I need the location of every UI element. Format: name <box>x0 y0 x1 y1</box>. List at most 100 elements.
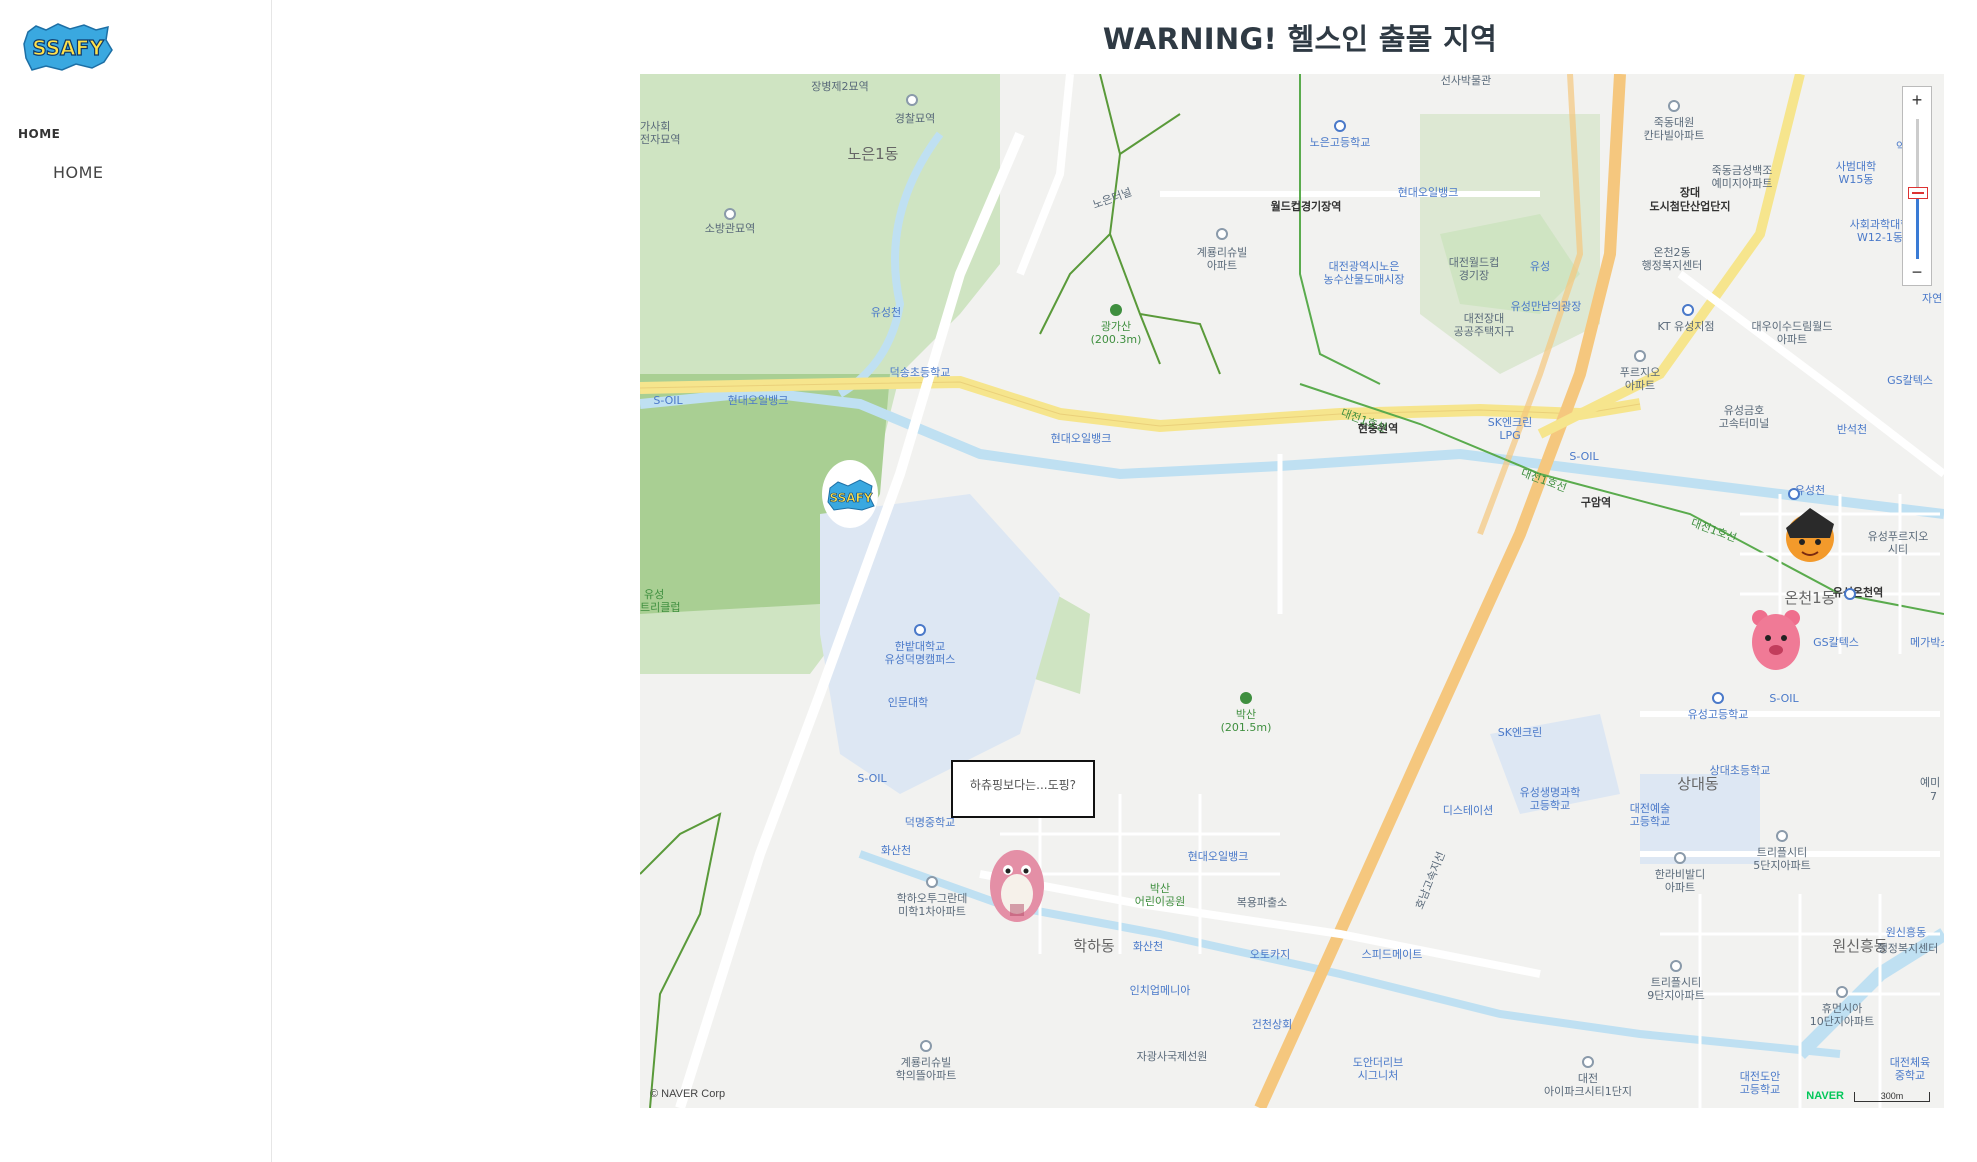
map-label: 대전체육 <box>1889 1056 1931 1069</box>
map-label: 한밭대학교 <box>894 640 946 653</box>
logo-text: SSAFY <box>32 36 104 60</box>
map-label: 유성만남의광장 <box>1510 300 1582 313</box>
poi-dot[interactable] <box>1582 1056 1594 1068</box>
pink-creature-marker[interactable] <box>988 846 1046 924</box>
map-label: 상대동 <box>1677 775 1719 793</box>
map-label: 트리플시티 <box>1756 846 1808 859</box>
map-label: 행정복지센터 <box>1641 259 1703 272</box>
map-label: 아파트 <box>1776 333 1808 346</box>
map-label: 예미지아파트 <box>1711 177 1773 190</box>
ssafy-logo[interactable]: SSAFY <box>22 22 114 74</box>
map-label: 대전장대 <box>1463 312 1505 325</box>
page-title: WARNING! 헬스인 출몰 지역 <box>1102 22 1498 56</box>
map-label: 경찰묘역 <box>894 112 936 125</box>
map-label: 덕송초등학교 <box>889 366 951 379</box>
map-label: 5단지아파트 <box>1753 859 1811 872</box>
map-label: 어린이공원 <box>1134 895 1186 908</box>
map-label: 디스테이션 <box>1442 804 1494 817</box>
map-label: 유성천 <box>870 306 902 319</box>
map-label: 죽동금성백조 <box>1711 164 1773 177</box>
map-label: 학하오투그란데 <box>896 892 968 905</box>
map-label: 박산 <box>1235 708 1257 721</box>
poi-dot[interactable] <box>1844 588 1856 600</box>
map-label: 현대오일뱅크 <box>1050 432 1112 445</box>
map-label: 노은고등학교 <box>1309 136 1371 149</box>
map-label: 유성금호 <box>1723 404 1765 417</box>
poi-dot[interactable] <box>1682 304 1694 316</box>
map-label: 고속터미널 <box>1718 417 1770 430</box>
marker-tooltip: 하츄핑보다는...도핑? <box>951 760 1095 818</box>
map-label: 현대오일뱅크 <box>1397 186 1459 199</box>
map-label: W15동 <box>1838 173 1874 186</box>
map-label: 유성 <box>1529 260 1551 273</box>
map-label: GS칼텍스 <box>1887 374 1933 387</box>
map-label: 아파트 <box>1206 259 1238 272</box>
map-label: 학하동 <box>1073 937 1115 955</box>
poi-dot[interactable] <box>1836 986 1848 998</box>
map-label: S-OIL <box>1769 692 1799 705</box>
zoom-slider-handle[interactable] <box>1908 187 1928 199</box>
poi-dot[interactable] <box>914 624 926 636</box>
map-label: 고등학교 <box>1629 815 1671 828</box>
map-label: 죽동대원 <box>1653 116 1695 129</box>
poi-dot[interactable] <box>1712 692 1724 704</box>
poi-dot[interactable] <box>1776 830 1788 842</box>
poi-dot[interactable] <box>920 1040 932 1052</box>
poi-dot[interactable] <box>1334 120 1346 132</box>
map-label: SK엔크린 <box>1487 416 1533 429</box>
naver-logo[interactable]: NAVER <box>1806 1090 1844 1102</box>
map-label: 아이파크시티1단지 <box>1544 1085 1632 1098</box>
map-copyright: © NAVER Corp <box>650 1088 726 1100</box>
map-label: 경기장 <box>1458 269 1490 282</box>
poi-dot[interactable] <box>1240 692 1252 704</box>
map-label: 원신흥동 <box>1885 926 1927 939</box>
map-label: 대전월드컵 <box>1448 256 1500 269</box>
zoom-in-button[interactable]: + <box>1903 87 1931 113</box>
map-label: 계룡리슈빌 <box>1196 246 1248 259</box>
map-label: 온천2동 <box>1653 246 1691 259</box>
map-label: 선사박물관 <box>1440 74 1492 87</box>
map-base-layer <box>640 74 1944 1108</box>
map-label: 도시첨단산업단지 <box>1649 200 1731 213</box>
map-view[interactable]: 장병제2묘역 경찰묘역 노은1동 가사회 전자묘역 소방관묘역 유성천 덕송초등… <box>640 74 1944 1108</box>
poi-dot[interactable] <box>1110 304 1122 316</box>
ssafy-marker[interactable]: SSAFY <box>820 460 880 532</box>
map-label: (200.3m) <box>1090 333 1142 346</box>
poi-dot[interactable] <box>1674 852 1686 864</box>
poi-dot[interactable] <box>1670 960 1682 972</box>
map-label: 예미 <box>1920 776 1941 789</box>
map-label: 9단지아파트 <box>1647 989 1705 1002</box>
poi-dot[interactable] <box>1634 350 1646 362</box>
map-label: 칸타빌아파트 <box>1643 129 1705 142</box>
poi-dot[interactable] <box>1668 100 1680 112</box>
poi-dot[interactable] <box>906 94 918 106</box>
map-label: 반석천 <box>1836 423 1868 436</box>
nav-item-home[interactable]: HOME <box>53 163 104 182</box>
map-label: 덕명중학교 <box>904 816 956 829</box>
map-label: 건천상회 <box>1251 1018 1293 1031</box>
map-label: 중학교 <box>1894 1069 1926 1082</box>
map-label: 화산천 <box>880 844 912 857</box>
map-label: 가사회 <box>640 120 671 133</box>
map-label: 공공주택지구 <box>1453 325 1515 338</box>
map-label: 유성생명과학 <box>1519 786 1581 799</box>
map-label: 10단지아파트 <box>1809 1015 1875 1028</box>
map-label: 한라비발디 <box>1654 868 1706 881</box>
map-label: 농수산물도매시장 <box>1323 273 1405 286</box>
map-label: KT 유성지점 <box>1657 320 1715 333</box>
zoom-control: + − <box>1902 86 1932 286</box>
zoom-out-button[interactable]: − <box>1903 259 1931 285</box>
map-label: 고등학교 <box>1739 1083 1781 1096</box>
map-label: 화산천 <box>1132 940 1164 953</box>
map-label: 상대초등학교 <box>1709 764 1771 777</box>
poi-dot[interactable] <box>926 876 938 888</box>
poi-dot[interactable] <box>1216 228 1228 240</box>
map-label: 시티 <box>1887 543 1909 556</box>
map-label: 7 <box>1930 790 1937 803</box>
poi-dot[interactable] <box>724 208 736 220</box>
map-label: 사범대학 <box>1835 160 1877 173</box>
orange-character-marker[interactable] <box>1780 498 1840 568</box>
pink-bear-marker[interactable] <box>1748 604 1804 672</box>
map-label: 아파트 <box>1664 881 1696 894</box>
map-label: 대우이수드림월드 <box>1751 320 1833 333</box>
